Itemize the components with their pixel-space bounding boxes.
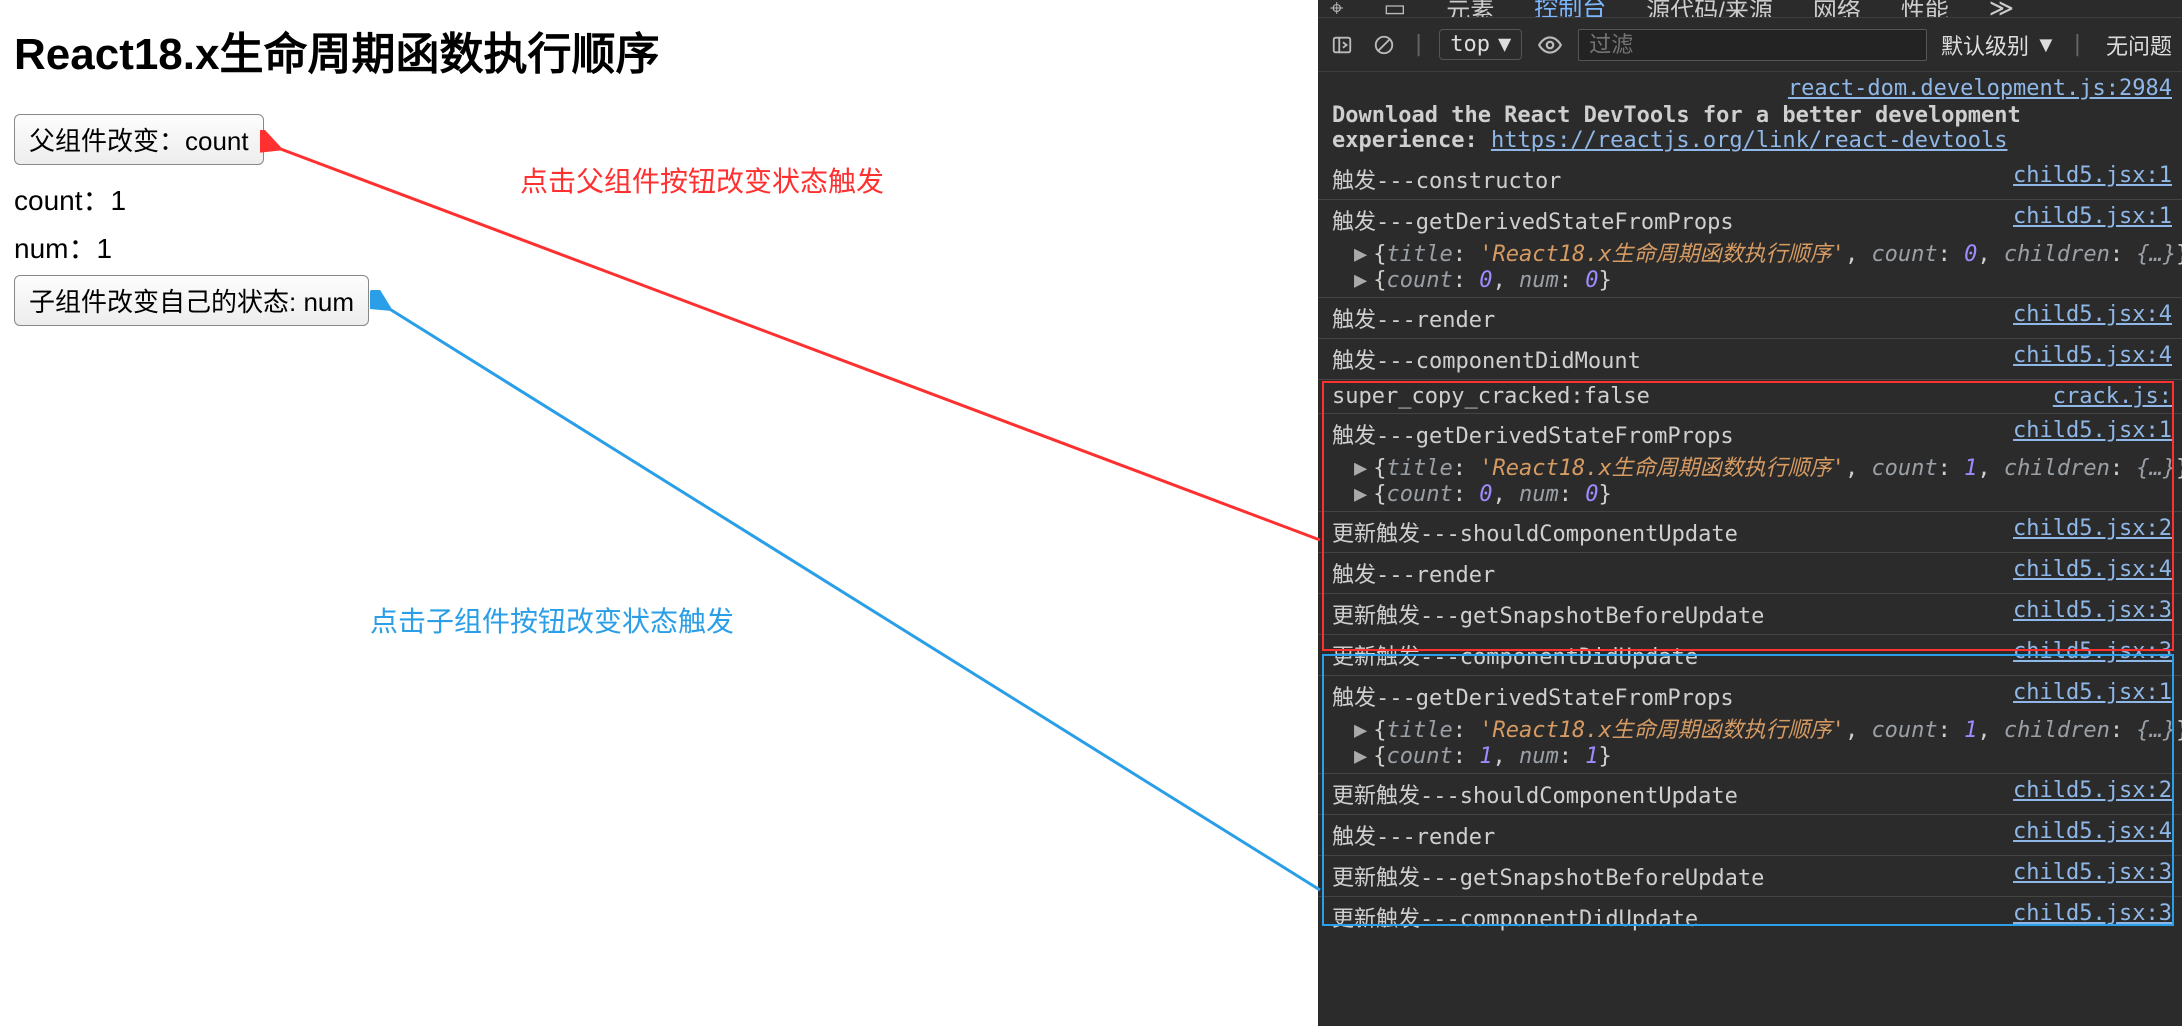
console-message: 触发---render: [1332, 302, 1495, 334]
devtools-link[interactable]: https://reactjs.org/link/react-devtools: [1491, 128, 2008, 153]
console-row: 触发---constructor child5.jsx:1: [1318, 159, 2182, 199]
console-message: 更新触发---getSnapshotBeforeUpdate: [1332, 860, 1764, 892]
no-issues-label: 无问题: [2106, 29, 2172, 61]
log-level-label: 默认级别: [1941, 29, 2029, 61]
source-link[interactable]: react-dom.development.js:2984: [1788, 76, 2172, 101]
expand-icon[interactable]: ▶: [1354, 268, 1367, 293]
page-area: React18.x生命周期函数执行顺序 父组件改变：count count：1 …: [0, 0, 1318, 1026]
console-message: 更新触发---shouldComponentUpdate: [1332, 516, 1738, 548]
console-row: Download the React DevTools for a better…: [1318, 101, 2182, 159]
console-row: 触发---componentDidMount child5.jsx:4: [1318, 338, 2182, 379]
console-row: 触发---getDerivedStateFromProps child5.jsx…: [1318, 413, 2182, 511]
console-object[interactable]: ▶{title: 'React18.x生命周期函数执行顺序', count: 1…: [1332, 450, 2172, 482]
source-link[interactable]: child5.jsx:1: [2013, 680, 2172, 705]
device-icon[interactable]: ▭: [1384, 0, 1407, 18]
clear-console-icon[interactable]: [1370, 31, 1398, 59]
tab-network[interactable]: 网络: [1813, 0, 1861, 18]
console-row: 更新触发---shouldComponentUpdate child5.jsx:…: [1318, 511, 2182, 552]
source-link[interactable]: child5.jsx:2: [2013, 778, 2172, 803]
inspect-icon[interactable]: ⌖: [1330, 0, 1344, 18]
expand-icon[interactable]: ▶: [1354, 456, 1367, 481]
console-message: 触发---render: [1332, 819, 1495, 851]
console-message: 触发---constructor: [1332, 163, 1561, 195]
console-row: 更新触发---getSnapshotBeforeUpdate child5.js…: [1318, 855, 2182, 896]
console-object[interactable]: ▶{title: 'React18.x生命周期函数执行顺序', count: 1…: [1332, 712, 2172, 744]
console-message: Download the React DevTools for a better…: [1332, 103, 2021, 153]
annotation-red: 点击父组件按钮改变状态触发: [520, 160, 884, 200]
source-link[interactable]: child5.jsx:4: [2013, 343, 2172, 368]
console-row: 触发---render child5.jsx:4: [1318, 552, 2182, 593]
page-title: React18.x生命周期函数执行顺序: [14, 18, 1304, 82]
eye-icon[interactable]: [1536, 31, 1564, 59]
log-level-select[interactable]: 默认级别 ▼: [1941, 29, 2057, 61]
console-row: 触发---render child5.jsx:4: [1318, 814, 2182, 855]
num-label: num：1: [14, 227, 1304, 267]
console-object[interactable]: ▶{title: 'React18.x生命周期函数执行顺序', count: 0…: [1332, 236, 2172, 268]
console-object[interactable]: ▶{count: 0, num: 0}: [1332, 482, 2172, 507]
console-row: 触发---getDerivedStateFromProps child5.jsx…: [1318, 199, 2182, 297]
console-object[interactable]: ▶{count: 1, num: 1}: [1332, 744, 2172, 769]
console-row: 更新触发---componentDidUpdate child5.jsx:3: [1318, 896, 2182, 937]
devtools-tabbar: ⌖ ▭ 元素 控制台 源代码/来源 网络 性能 ≫: [1318, 0, 2182, 18]
devtools-panel: ⌖ ▭ 元素 控制台 源代码/来源 网络 性能 ≫ | top ▼: [1318, 0, 2182, 1026]
sidebar-toggle-icon[interactable]: [1328, 31, 1356, 59]
console-message: 触发---componentDidMount: [1332, 343, 1641, 375]
chevron-down-icon: ▼: [1498, 32, 1511, 57]
annotation-blue: 点击子组件按钮改变状态触发: [370, 600, 734, 640]
tab-elements[interactable]: 元素: [1446, 0, 1494, 18]
console-toolbar: | top ▼ 默认级别 ▼ | 无问题: [1318, 18, 2182, 72]
console-message: 触发---getDerivedStateFromProps: [1332, 680, 1734, 712]
filter-input[interactable]: [1578, 29, 1927, 61]
console-message: 更新触发---shouldComponentUpdate: [1332, 778, 1738, 810]
console-output[interactable]: react-dom.development.js:2984 Download t…: [1318, 72, 2182, 1026]
expand-icon[interactable]: ▶: [1354, 718, 1367, 743]
console-row: 更新触发---getSnapshotBeforeUpdate child5.js…: [1318, 593, 2182, 634]
source-link[interactable]: crack.js:: [2053, 384, 2172, 409]
tab-performance[interactable]: 性能: [1901, 0, 1949, 18]
tab-console[interactable]: 控制台: [1534, 0, 1606, 18]
context-select[interactable]: top ▼: [1439, 29, 1522, 60]
expand-icon[interactable]: ▶: [1354, 242, 1367, 267]
child-change-button[interactable]: 子组件改变自己的状态: num: [14, 275, 369, 326]
source-link[interactable]: child5.jsx:3: [2013, 901, 2172, 926]
console-row: 更新触发---componentDidUpdate child5.jsx:3: [1318, 634, 2182, 675]
console-message: 更新触发---getSnapshotBeforeUpdate: [1332, 598, 1764, 630]
console-message: super_copy_cracked:false: [1332, 384, 1650, 409]
source-link[interactable]: child5.jsx:4: [2013, 819, 2172, 844]
console-message: 触发---getDerivedStateFromProps: [1332, 418, 1734, 450]
console-row: 更新触发---shouldComponentUpdate child5.jsx:…: [1318, 773, 2182, 814]
source-link[interactable]: child5.jsx:3: [2013, 860, 2172, 885]
parent-change-button[interactable]: 父组件改变：count: [14, 114, 264, 165]
source-link[interactable]: child5.jsx:2: [2013, 516, 2172, 541]
console-message: 触发---getDerivedStateFromProps: [1332, 204, 1734, 236]
source-link[interactable]: child5.jsx:1: [2013, 163, 2172, 188]
console-row: super_copy_cracked:false crack.js:: [1318, 379, 2182, 413]
tab-more[interactable]: ≫: [1989, 0, 2014, 18]
source-link[interactable]: child5.jsx:4: [2013, 557, 2172, 582]
tab-sources[interactable]: 源代码/来源: [1646, 0, 1773, 18]
source-link[interactable]: child5.jsx:3: [2013, 639, 2172, 664]
console-message: 更新触发---componentDidUpdate: [1332, 901, 1698, 933]
context-select-label: top: [1450, 32, 1490, 57]
console-row: 触发---render child5.jsx:4: [1318, 297, 2182, 338]
source-link[interactable]: child5.jsx:4: [2013, 302, 2172, 327]
console-message: 更新触发---componentDidUpdate: [1332, 639, 1698, 671]
console-message: 触发---render: [1332, 557, 1495, 589]
console-row: 触发---getDerivedStateFromProps child5.jsx…: [1318, 675, 2182, 773]
expand-icon[interactable]: ▶: [1354, 744, 1367, 769]
chevron-down-icon: ▼: [2035, 32, 2057, 58]
source-link[interactable]: child5.jsx:1: [2013, 204, 2172, 229]
source-link[interactable]: child5.jsx:3: [2013, 598, 2172, 623]
console-object[interactable]: ▶{count: 0, num: 0}: [1332, 268, 2172, 293]
expand-icon[interactable]: ▶: [1354, 482, 1367, 507]
source-link[interactable]: child5.jsx:1: [2013, 418, 2172, 443]
